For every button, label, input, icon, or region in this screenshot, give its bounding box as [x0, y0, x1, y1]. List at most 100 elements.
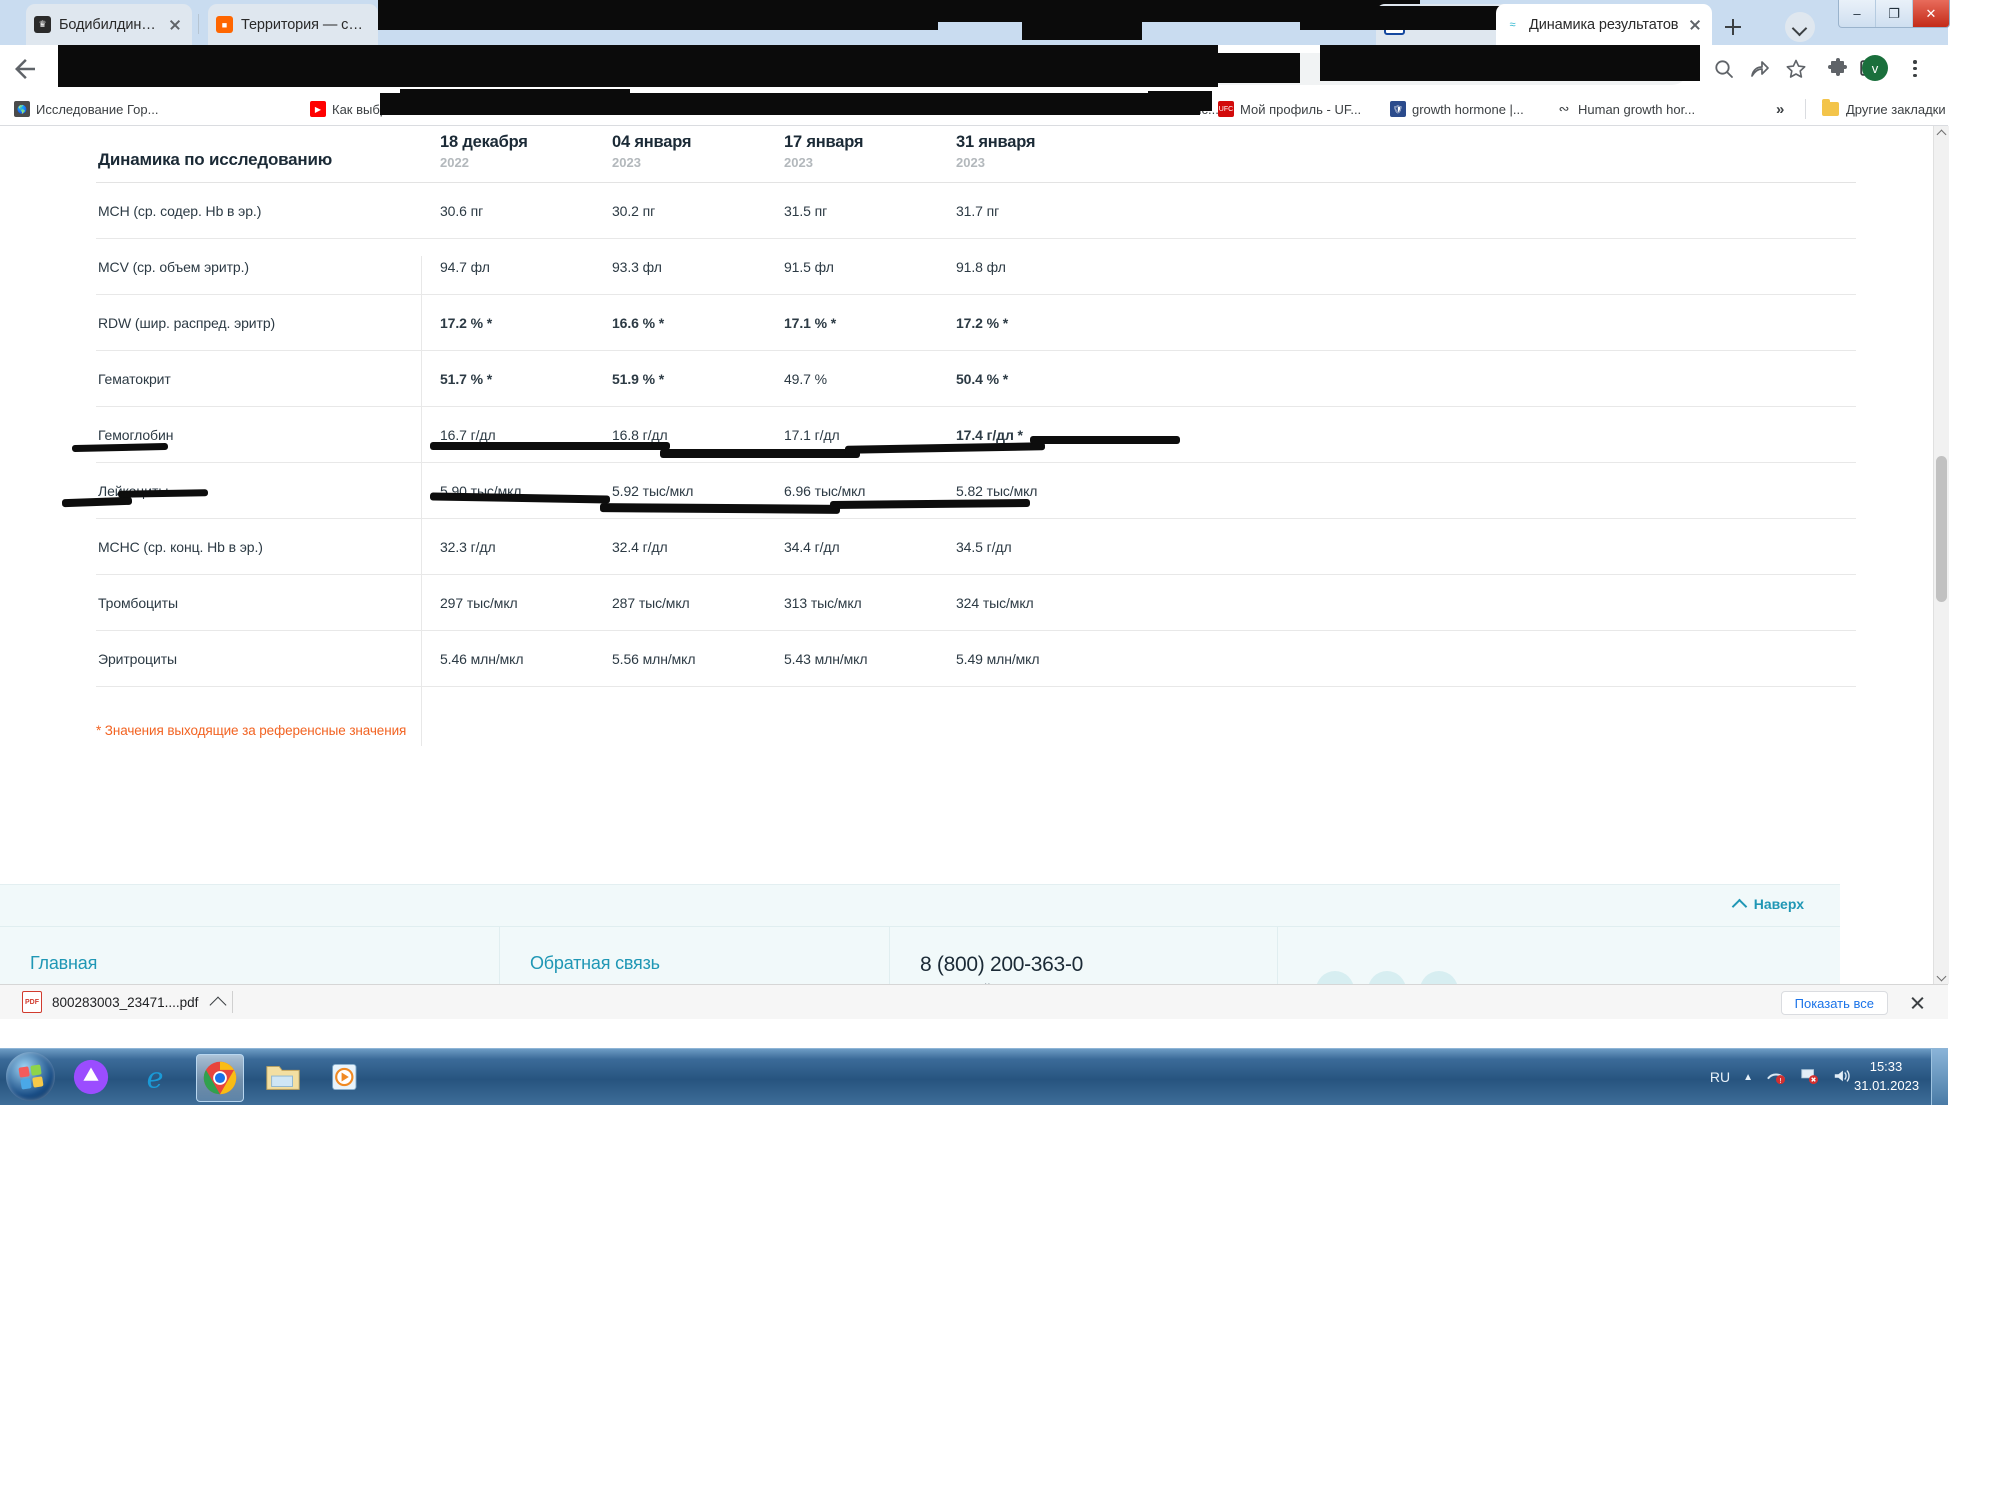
row-value: 91.8 фл	[954, 239, 1126, 295]
browser-window: ♛ Бодибилдинг форум Anab ■ Территория — …	[0, 0, 1948, 1018]
scrollbar-thumb[interactable]	[1936, 456, 1947, 602]
footer-link-home[interactable]: Главная	[30, 953, 499, 974]
column-year: 2023	[612, 155, 782, 170]
file-explorer-icon[interactable]	[260, 1054, 306, 1100]
extensions-puzzle-icon[interactable]	[1826, 57, 1850, 81]
row-value: 50.4 % *	[954, 351, 1126, 407]
column-day: 04 января	[612, 133, 782, 152]
table-row: Эритроциты5.46 млн/мкл5.56 млн/мкл5.43 м…	[96, 631, 1856, 687]
folder-icon	[1822, 102, 1839, 116]
tab-close-icon[interactable]	[1686, 16, 1704, 34]
row-value: 32.4 г/дл	[610, 519, 782, 575]
show-all-downloads-button[interactable]: Показать все	[1781, 991, 1888, 1015]
youtube-icon: ▶	[310, 101, 326, 117]
row-value: 5.46 млн/мкл	[438, 631, 610, 687]
column-header-1: 04 января 2023	[610, 126, 782, 183]
odnoklassniki-icon[interactable]: ок	[1316, 971, 1354, 984]
volume-icon[interactable]	[1832, 1067, 1852, 1088]
windows-logo-icon	[18, 1064, 43, 1089]
maximize-button[interactable]: ❐	[1875, 0, 1912, 27]
column-day: 31 января	[956, 133, 1126, 152]
footer-link-feedback[interactable]: Обратная связь	[530, 953, 889, 974]
phone-free[interactable]: 8 (800) 200-363-0	[920, 953, 1277, 977]
chevron-up-icon	[1937, 130, 1947, 140]
kinopoisk-favicon: ■	[216, 16, 233, 33]
back-button[interactable]	[10, 54, 40, 84]
page-scrollbar[interactable]	[1933, 126, 1949, 984]
browser-toolbar: v	[0, 45, 1948, 93]
row-label: RDW (шир. распред. эритр)	[96, 295, 438, 351]
back-to-top-bar: Наверх	[0, 884, 1840, 927]
chevron-up-icon	[1731, 898, 1747, 914]
anabolic-favicon: ♛	[34, 16, 51, 33]
row-value: 17.2 % *	[438, 295, 610, 351]
chrome-icon[interactable]	[196, 1054, 244, 1102]
close-downloads-bar-icon[interactable]	[1909, 994, 1926, 1011]
download-item[interactable]: PDF 800283003_23471....pdf	[14, 989, 232, 1015]
bookmarks-overflow-button[interactable]: »	[1776, 101, 1784, 118]
scroll-down-button[interactable]	[1934, 969, 1949, 984]
start-orb[interactable]	[6, 1052, 55, 1101]
row-value: 32.3 г/дл	[438, 519, 610, 575]
browser-menu-button[interactable]	[1905, 57, 1925, 81]
page-viewport: Динамика по исследованию 18 декабря 2022…	[0, 126, 1948, 984]
column-year: 2023	[784, 155, 954, 170]
show-desktop-button[interactable]	[1931, 1049, 1948, 1105]
media-player-icon[interactable]	[324, 1054, 370, 1100]
other-bookmarks-button[interactable]: Другие закладки	[1822, 98, 1946, 120]
zoom-search-icon[interactable]	[1712, 57, 1736, 81]
bookmark-item-4[interactable]: 🛡 growth hormone |...	[1390, 98, 1524, 120]
table-row: Тромбоциты297 тыс/мкл287 тыс/мкл313 тыс/…	[96, 575, 1856, 631]
helix-icon: ∾	[1556, 101, 1572, 117]
tab-title: Территория — смотреть он	[241, 17, 370, 33]
back-to-top-link[interactable]: Наверх	[1734, 896, 1804, 912]
vk-icon[interactable]: VK	[1368, 971, 1406, 984]
chevron-up-icon[interactable]	[210, 997, 227, 1014]
row-value: 51.9 % *	[610, 351, 782, 407]
tab-close-icon[interactable]	[166, 16, 184, 34]
ufc-icon: UFC	[1218, 101, 1234, 117]
screen: ♛ Бодибилдинг форум Anab ■ Территория — …	[0, 0, 2000, 1500]
tray-expand-icon[interactable]: ▲	[1743, 1072, 1753, 1083]
invitro-favicon: ≈	[1504, 16, 1521, 33]
telegram-icon[interactable]: ➤	[1420, 971, 1458, 984]
row-value: 31.5 пг	[782, 183, 954, 239]
browser-tab-4[interactable]: ≈ Динамика результатов	[1496, 4, 1712, 45]
marker-stroke	[660, 449, 860, 458]
row-label: Тромбоциты	[96, 575, 438, 631]
action-center-flag-icon[interactable]	[1799, 1067, 1819, 1088]
browser-tab-1[interactable]: ♛ Бодибилдинг форум Anab	[26, 4, 192, 45]
minimize-button[interactable]: –	[1839, 0, 1875, 27]
browser-tab-2[interactable]: ■ Территория — смотреть он	[208, 4, 378, 45]
close-window-button[interactable]: ✕	[1912, 0, 1949, 27]
maximize-icon: ❐	[1888, 7, 1900, 20]
table-row: Гематокрит51.7 % *51.9 % *49.7 %50.4 % *	[96, 351, 1856, 407]
profile-avatar[interactable]: v	[1862, 55, 1888, 81]
scroll-up-button[interactable]	[1934, 126, 1949, 141]
row-value: 5.43 млн/мкл	[782, 631, 954, 687]
bookmark-item-5[interactable]: ∾ Human growth hor...	[1556, 98, 1695, 120]
taskbar-clock[interactable]: 15:33 31.01.2023	[1854, 1057, 1918, 1095]
bookmark-star-icon[interactable]	[1784, 57, 1808, 81]
language-indicator[interactable]: RU	[1710, 1069, 1730, 1085]
yandex-browser-icon[interactable]	[68, 1054, 114, 1100]
row-value: 94.7 фл	[438, 239, 610, 295]
bookmark-item-3[interactable]: UFC Мой профиль - UF...	[1218, 98, 1361, 120]
row-value: 31.7 пг	[954, 183, 1126, 239]
table-vertical-divider	[421, 256, 422, 746]
redaction-block	[300, 53, 1300, 83]
row-value: 34.4 г/дл	[782, 519, 954, 575]
row-value: 34.5 г/дл	[954, 519, 1126, 575]
row-label: MCH (ср. содер. Hb в эр.)	[96, 183, 438, 239]
internet-explorer-icon[interactable]: e	[132, 1054, 178, 1100]
new-tab-button[interactable]	[1718, 12, 1748, 42]
share-icon[interactable]	[1748, 57, 1772, 81]
tab-search-button[interactable]	[1785, 12, 1815, 42]
network-warning-icon[interactable]: !	[1766, 1067, 1786, 1088]
tab-title: Динамика результатов	[1529, 17, 1680, 33]
row-value: 5.82 тыс/мкл	[954, 463, 1126, 519]
table-header-row: Динамика по исследованию 18 декабря 2022…	[96, 126, 1856, 183]
row-value: 313 тыс/мкл	[782, 575, 954, 631]
bookmark-item-0[interactable]: 🌎 Исследование Гор...	[14, 98, 158, 120]
row-value: 51.7 % *	[438, 351, 610, 407]
